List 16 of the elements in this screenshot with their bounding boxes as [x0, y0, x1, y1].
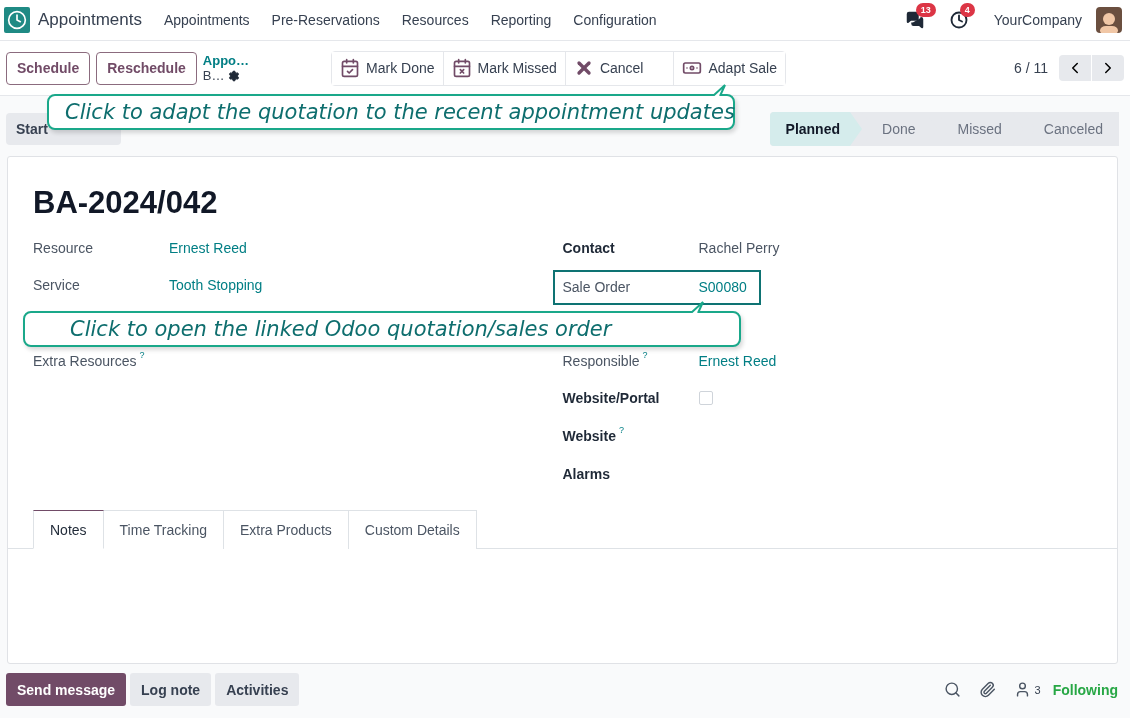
notification-badge: 4	[959, 3, 975, 17]
field-value: Rachel Perry	[698, 239, 780, 256]
field-label: Service	[33, 277, 80, 294]
follower-count: 3	[1034, 683, 1041, 696]
field-label: Website/Portal	[562, 390, 660, 407]
guide-tooltip: Click to open the linked Odoo quotation/sales order	[23, 311, 741, 347]
field-label: Extra Resources	[33, 352, 137, 369]
field-label: Responsible	[562, 352, 640, 369]
field-label: Resource	[33, 239, 93, 256]
record-title: BA-2024/042	[33, 185, 219, 221]
notification-badge: 13	[915, 3, 936, 17]
field-label: Alarms	[562, 465, 610, 482]
breadcrumb-current: B…	[202, 68, 225, 83]
field-label: Website	[562, 427, 616, 444]
field-label: Sale Order	[562, 279, 631, 296]
field-label: Contact	[562, 239, 615, 256]
